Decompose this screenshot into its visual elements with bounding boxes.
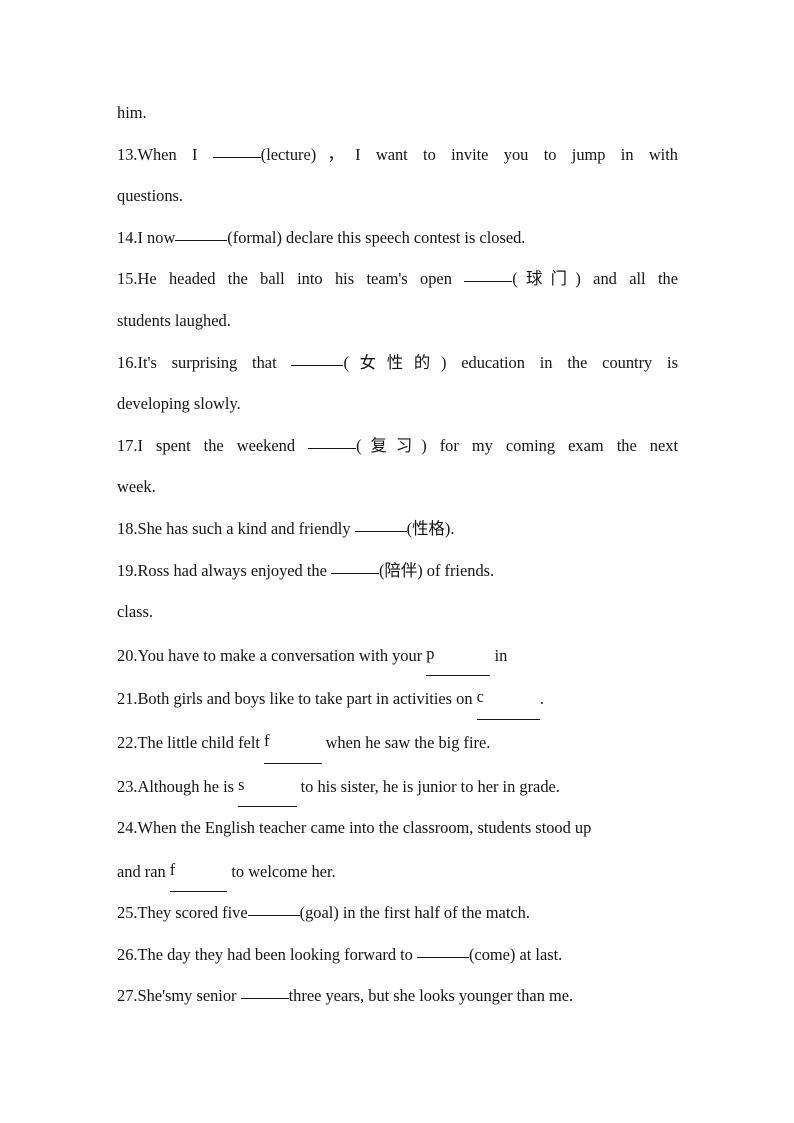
question-14-after: (formal) declare this speech contest is … [227,227,526,247]
document-page: him. 13.When I (lecture)，I want to invit… [0,0,794,1123]
question-18-after: (性格). [406,518,455,538]
question-17-after: (复习) for my coming exam the next [356,435,678,455]
question-26-line1: 26.The day they had been looking forward… [117,934,678,976]
question-14-line1: 14.I now (formal) declare this speech con… [117,217,678,259]
question-27-before: She'smy senior [137,986,241,1006]
question-17-number: 17. [117,435,138,455]
question-17-before: I spent the weekend [137,435,309,455]
question-27-after: three years, but she looks younger than … [288,986,574,1006]
question-15-blank[interactable] [464,268,513,283]
question-26-number: 26. [117,944,138,964]
question-17-line1: 17.I spent the weekend (复习) for my comin… [117,425,678,467]
question-13-wrap: questions. [117,186,184,206]
question-27-blank[interactable] [240,985,289,1000]
question-19-line1: 19.Ross had always enjoyed the (陪伴) of f… [117,550,678,592]
question-24-wrap-before: and ran [117,861,170,881]
question-20-hint-letter: p [426,643,435,663]
question-13-before: When I [137,144,213,164]
continuation-text-class: class. [117,602,153,622]
question-22-line1: 22.The little child felt f when he saw t… [117,720,678,764]
question-20-hint-blank[interactable]: p [426,633,491,677]
question-24-number: 24. [117,818,138,838]
exercise-body: him. 13.When I (lecture)，I want to invit… [117,92,678,1017]
question-14-before: I now [137,227,176,247]
question-25-before: They scored five [137,903,248,923]
question-25-blank[interactable] [247,902,300,917]
question-16-line1: 16.It's surprising that (女性的) education … [117,342,678,384]
question-17-wrap: week. [117,477,156,497]
question-24-hint-letter: f [169,859,176,879]
question-23-hint-blank[interactable]: s [238,764,297,808]
question-18-before: She has such a kind and friendly [137,518,355,538]
question-15-line2: students laughed. [117,300,678,342]
question-25-line1: 25.They scored five (goal) in the first h… [117,892,678,934]
question-20-number: 20. [117,645,138,665]
question-22-hint-blank[interactable]: f [264,720,322,764]
question-23-hint-letter: s [238,774,245,794]
question-24-hint-blank[interactable]: f [169,849,228,893]
question-17-line2: week. [117,466,678,508]
question-21-after: . [539,689,545,709]
continuation-line-him: him. [117,92,678,134]
question-13-blank[interactable] [212,144,261,158]
question-26-after: (come) at last. [468,944,563,964]
question-15-number: 15. [117,269,138,289]
question-15-line1: 15.He headed the ball into his team's op… [117,258,678,300]
question-21-hint-letter: c [476,687,484,707]
question-19-after: (陪伴) of friends. [378,560,495,580]
question-21-line1: 21.Both girls and boys like to take part… [117,676,678,720]
question-16-before: It's surprising that [137,352,292,372]
question-15-after: (球门) and all the [512,269,678,289]
question-19-blank[interactable] [330,560,379,574]
question-21-number: 21. [117,689,138,709]
question-13-line2: questions. [117,175,678,217]
question-14-number: 14. [117,227,138,247]
question-13-after: (lecture)，I want to invite you to jump i… [260,144,678,164]
question-19-number: 19. [117,560,138,580]
question-13-line1: 13.When I (lecture)，I want to invite you… [117,134,678,176]
question-25-after: (goal) in the first half of the match. [299,903,530,923]
continuation-text: him. [117,103,147,122]
question-18-blank[interactable] [354,518,407,532]
question-24-line2: and ran f to welcome her. [117,849,678,893]
question-21-hint-blank[interactable]: c [476,676,540,720]
question-13-number: 13. [117,144,138,164]
question-16-after: (女性的) education in the country is [343,352,678,372]
question-18-line1: 18.She has such a kind and friendly (性格)… [117,508,678,550]
question-15-before: He headed the ball into his team's open [137,269,465,289]
question-16-number: 16. [117,352,138,372]
question-20-line1: 20.You have to make a conversation with … [117,633,678,677]
question-27-line1: 27.She'smy senior three years, but she l… [117,975,678,1017]
question-14-blank[interactable] [175,227,228,241]
question-18-number: 18. [117,518,138,538]
question-19-before: Ross had always enjoyed the [137,560,331,580]
question-27-number: 27. [117,986,138,1006]
question-23-number: 23. [117,776,138,796]
question-16-line2: developing slowly. [117,383,678,425]
question-20-before: You have to make a conversation with you… [137,645,427,665]
question-23-before: Although he is [137,776,239,796]
question-17-blank[interactable] [308,435,357,449]
question-15-wrap: students laughed. [117,310,231,330]
question-24-wrap-after: to welcome her. [227,861,336,881]
question-22-number: 22. [117,732,138,752]
question-24-line1: 24.When the English teacher came into th… [117,807,678,849]
question-26-blank[interactable] [416,944,469,958]
question-16-wrap: developing slowly. [117,394,241,414]
question-22-before: The little child felt [137,732,265,752]
question-22-after: when he saw the big fire. [321,732,491,752]
question-24-text: When the English teacher came into the c… [137,818,592,838]
question-26-before: The day they had been looking forward to [137,944,417,964]
question-23-after: to his sister, he is junior to her in gr… [296,776,560,796]
continuation-line-class: class. [117,591,678,633]
question-22-hint-letter: f [264,730,270,750]
question-21-before: Both girls and boys like to take part in… [137,689,477,709]
question-23-line1: 23.Although he is s to his sister, he is… [117,764,678,808]
question-20-after: in [490,645,508,665]
question-16-blank[interactable] [291,352,344,366]
question-25-number: 25. [117,903,138,923]
